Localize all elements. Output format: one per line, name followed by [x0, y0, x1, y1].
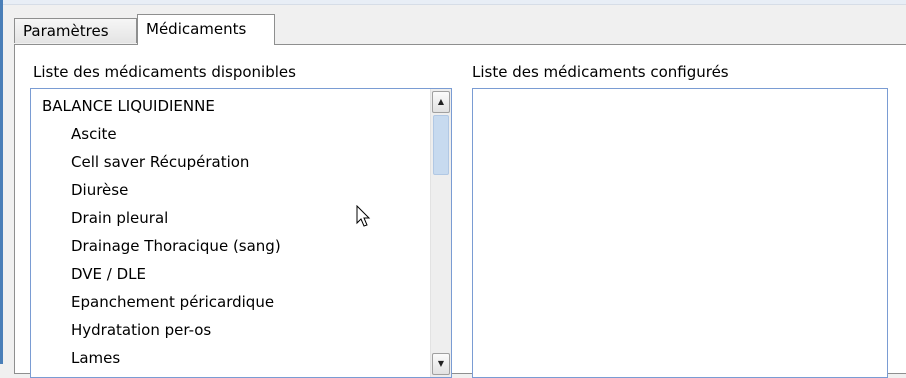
- available-items: BALANCE LIQUIDIENNE Ascite Cell saver Ré…: [31, 92, 431, 372]
- scrollbar-thumb[interactable]: [433, 115, 449, 175]
- configured-list-label: Liste des médicaments configurés: [472, 63, 729, 81]
- list-item[interactable]: DVE / DLE: [31, 260, 431, 288]
- list-item[interactable]: Drainage Thoracique (sang): [31, 232, 431, 260]
- up-arrow-icon: ▲: [437, 97, 445, 106]
- configured-medications-list[interactable]: [472, 88, 888, 378]
- window-top-edge: [0, 0, 906, 5]
- list-group-header[interactable]: BALANCE LIQUIDIENNE: [31, 92, 431, 120]
- tab-parametres[interactable]: Paramètres: [14, 18, 137, 43]
- mouse-pointer-icon: [356, 205, 371, 227]
- list-item[interactable]: Epanchement péricardique: [31, 288, 431, 316]
- scroll-down-button[interactable]: ▼: [432, 353, 450, 375]
- scroll-up-button[interactable]: ▲: [432, 91, 450, 113]
- window-left-edge: [0, 0, 3, 364]
- list-item[interactable]: Hydratation per-os: [31, 316, 431, 344]
- available-medications-list[interactable]: BALANCE LIQUIDIENNE Ascite Cell saver Ré…: [30, 88, 452, 378]
- tab-medicaments[interactable]: Médicaments: [137, 14, 275, 45]
- list-item[interactable]: Lames: [31, 344, 431, 372]
- available-list-label: Liste des médicaments disponibles: [33, 63, 296, 81]
- list-item[interactable]: Ascite: [31, 120, 431, 148]
- available-list-scrollbar[interactable]: ▲ ▼: [430, 89, 451, 377]
- list-item[interactable]: Cell saver Récupération: [31, 148, 431, 176]
- list-item[interactable]: Diurèse: [31, 176, 431, 204]
